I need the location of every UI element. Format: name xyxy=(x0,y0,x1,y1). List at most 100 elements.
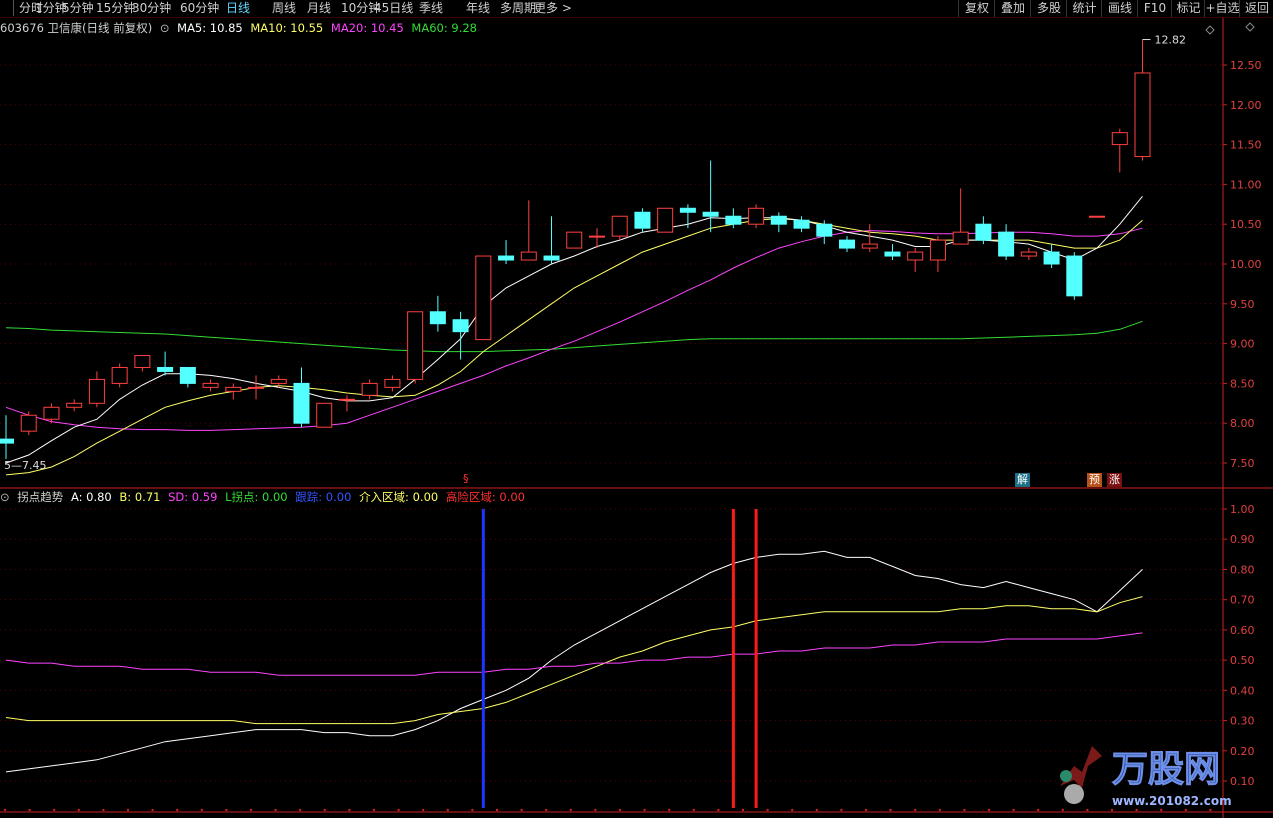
yu-signal: 预 xyxy=(1087,473,1102,487)
period-toolbar: 分时 1分钟 5分钟 15分钟 30分钟 60分钟 日线 周线 月线 10分钟 45日线 季线 年线 多周… xyxy=(0,0,1273,18)
watermark-url: www.201082.com xyxy=(1112,794,1232,808)
axis-dot xyxy=(348,808,351,812)
period-tab-7[interactable]: 周线 xyxy=(272,0,296,17)
price-tick-label: 12.00 xyxy=(1230,99,1262,112)
candle-body xyxy=(588,235,605,238)
indicator-name[interactable]: 拐点趋势 xyxy=(17,490,63,504)
candle-body xyxy=(566,231,583,249)
ma10-line xyxy=(5,218,1143,476)
stock-chart[interactable]: 12.50 12.00 11.50 11.00 10.50 10.00 9.50 9.00 8.… xyxy=(0,18,1273,818)
candle-body xyxy=(839,239,856,249)
candle-body xyxy=(225,386,242,392)
ma10-value: MA10: 10.55 xyxy=(250,21,324,35)
axis-dot xyxy=(545,808,548,812)
toolbar-button-0[interactable]: 复权 xyxy=(958,0,995,17)
period-tab-13[interactable]: 多周期 xyxy=(500,0,536,17)
axis-dot xyxy=(840,808,843,812)
indicator-legend: ⊙ 拐点趋势 A: 0.80 B: 0.71 SD: 0.59 L拐点: 0.0… xyxy=(0,489,529,505)
ma20-line xyxy=(5,227,1143,431)
axis-dot xyxy=(77,808,81,812)
period-tab-2[interactable]: 5分钟 xyxy=(62,0,94,17)
period-tab-4[interactable]: 30分钟 xyxy=(132,0,171,17)
axis-dot xyxy=(864,808,868,812)
toolbar-button-7[interactable]: +自选 xyxy=(1204,0,1240,17)
s-marker: § xyxy=(463,472,469,485)
candle-body xyxy=(20,414,37,432)
indicator-line-a xyxy=(5,550,1143,773)
indicator-dropdown-icon[interactable]: ⊙ xyxy=(0,490,10,504)
axis-dot xyxy=(126,808,130,812)
axis-dot xyxy=(422,808,425,812)
axis-dot xyxy=(741,808,745,812)
candle-body xyxy=(384,378,401,388)
axis-dot xyxy=(668,808,671,812)
candle-body xyxy=(475,255,492,341)
axis-dot xyxy=(987,808,991,812)
period-tab-10[interactable]: 45日线 xyxy=(374,0,413,17)
axis-dot xyxy=(963,808,966,812)
toolbar-button-5[interactable]: F10 xyxy=(1137,0,1172,17)
watermark-logo: 万股网 www.201082.com xyxy=(1052,736,1252,812)
indicator-a: A: 0.80 xyxy=(70,490,112,504)
candle-body xyxy=(202,382,219,388)
toolbar-button-1[interactable]: 叠加 xyxy=(994,0,1031,17)
diamond-icon xyxy=(1205,25,1215,35)
toolbar-button-2[interactable]: 多股 xyxy=(1030,0,1067,17)
candle-body xyxy=(793,219,810,229)
price-tick-label: 8.50 xyxy=(1230,377,1255,390)
candle-body xyxy=(1089,215,1106,218)
stock-title[interactable]: 603676 卫信康(日线 前复权) xyxy=(0,21,152,35)
candle-body xyxy=(270,378,287,384)
indicator-tick-label: 0.70 xyxy=(1230,594,1255,607)
low-price-label: 5—7.45 xyxy=(4,459,47,472)
period-tab-14[interactable]: 更多 > xyxy=(534,0,572,17)
candle-body xyxy=(361,382,378,396)
axis-dot xyxy=(618,808,622,812)
toolbar-button-8[interactable]: 返回 xyxy=(1239,0,1273,17)
axis-dot xyxy=(323,808,326,812)
candle-body xyxy=(88,378,105,404)
period-tab-6[interactable]: 日线 xyxy=(226,0,250,17)
high-price-label: 12.82 xyxy=(1155,34,1187,47)
indicator-line-sd xyxy=(5,632,1143,676)
indicator-gao: 高险区域: 0.00 xyxy=(445,490,525,504)
candle-body xyxy=(520,251,537,261)
main-legend: 603676 卫信康(日线 前复权) ⊙ MA5: 10.85 MA10: 10… xyxy=(0,20,481,36)
candle-body xyxy=(634,211,651,229)
indicator-l: L拐点: 0.00 xyxy=(225,490,288,504)
axis-dot xyxy=(397,808,400,812)
candle-body xyxy=(929,239,946,261)
dropdown-icon[interactable]: ⊙ xyxy=(160,21,170,35)
candle-body xyxy=(611,215,628,237)
axis-dot xyxy=(53,808,56,812)
axis-dot xyxy=(249,808,253,812)
axis-dot xyxy=(3,808,7,812)
candle-body xyxy=(498,255,515,261)
period-tab-5[interactable]: 60分钟 xyxy=(180,0,219,17)
zhang-signal: 涨 xyxy=(1107,473,1122,487)
toolbar-button-3[interactable]: 统计 xyxy=(1066,0,1102,17)
period-tab-3[interactable]: 15分钟 xyxy=(96,0,135,17)
axis-dot xyxy=(446,808,449,812)
candle-body xyxy=(1066,255,1083,297)
period-tab-8[interactable]: 月线 xyxy=(307,0,331,17)
toolbar-button-4[interactable]: 画线 xyxy=(1101,0,1138,17)
candle-body xyxy=(111,366,128,384)
axis-dot xyxy=(225,808,228,812)
period-tab-11[interactable]: 季线 xyxy=(419,0,443,17)
ma5-value: MA5: 10.85 xyxy=(177,21,243,35)
watermark-brand: 万股网 xyxy=(1112,749,1220,790)
candle-body xyxy=(975,223,992,241)
price-tick-label: 9.50 xyxy=(1230,298,1255,311)
candle-body xyxy=(543,255,560,261)
candle-body xyxy=(1020,251,1037,257)
candle-body xyxy=(407,311,424,380)
axis-dot xyxy=(28,808,31,812)
axis-dot xyxy=(372,808,376,812)
ma60-value: MA60: 9.28 xyxy=(411,21,477,35)
candle-body xyxy=(748,207,765,225)
toolbar-button-6[interactable]: 标记 xyxy=(1171,0,1205,17)
period-tab-12[interactable]: 年线 xyxy=(466,0,490,17)
candle-body xyxy=(816,223,833,237)
indicator-tick-label: 0.80 xyxy=(1230,563,1255,576)
